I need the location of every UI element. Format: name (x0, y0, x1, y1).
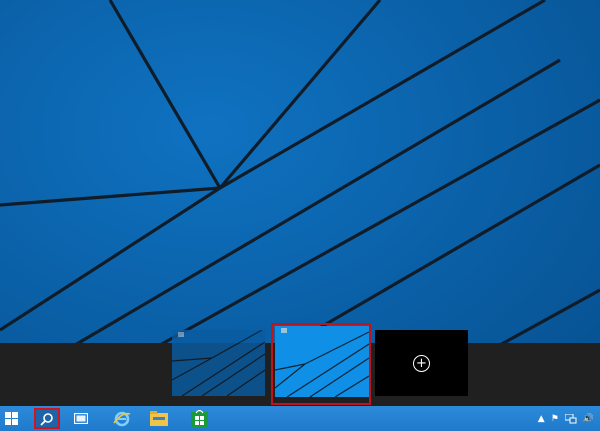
file-explorer-icon (150, 411, 168, 426)
search-icon (40, 412, 53, 426)
taskbar: ▲ ⚑ 🔊 (0, 406, 600, 431)
internet-explorer-button[interactable] (110, 406, 134, 431)
volume-icon[interactable]: 🔊 (583, 414, 594, 424)
store-icon (190, 410, 208, 427)
internet-explorer-icon (113, 411, 131, 426)
windows-start-icon (4, 412, 18, 425)
new-desktop-button[interactable]: + (375, 330, 468, 396)
plus-icon: + (413, 354, 430, 372)
system-tray: ▲ ⚑ 🔊 (538, 406, 594, 431)
start-button[interactable] (0, 406, 22, 431)
file-explorer-button[interactable] (146, 406, 172, 431)
desktop-2-thumbnail[interactable] (275, 326, 369, 397)
action-center-flag-icon[interactable]: ⚑ (551, 414, 559, 424)
search-button[interactable] (34, 408, 60, 429)
task-view-icon (74, 413, 88, 424)
store-button[interactable] (187, 406, 211, 431)
task-view-button[interactable] (68, 406, 94, 431)
network-icon[interactable] (564, 413, 577, 424)
tray-chevron-icon[interactable]: ▲ (538, 414, 545, 424)
desktop-1-thumbnail[interactable] (172, 330, 265, 396)
